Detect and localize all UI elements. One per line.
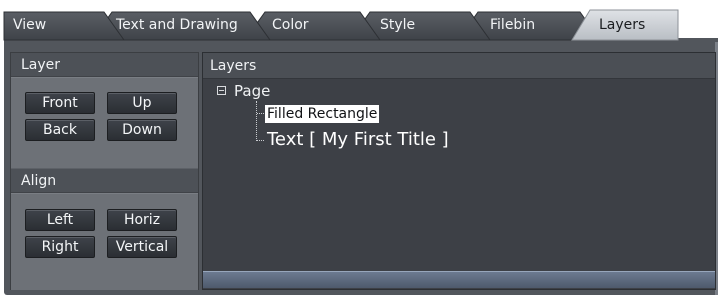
down-button[interactable]: Down (107, 119, 177, 141)
tab-style[interactable]: Style (380, 17, 415, 33)
horizontal-scrollbar[interactable] (203, 271, 715, 288)
layers-panel: Layers Page Filled Rectangle Text [ My F… (202, 52, 716, 290)
tab-view[interactable]: View (13, 17, 46, 33)
layer-section-body: Front Up Back Down (11, 77, 198, 168)
tree-item-text-title[interactable]: Text [ My First Title ] (267, 129, 449, 150)
layer-section-header: Layer (11, 53, 198, 77)
align-right-button[interactable]: Right (25, 236, 95, 258)
layers-tree[interactable]: Page Filled Rectangle Text [ My First Ti… (203, 79, 715, 269)
tab-text-and-drawing[interactable]: Text and Drawing (116, 17, 238, 33)
tab-filebin[interactable]: Filebin (490, 17, 535, 33)
align-horiz-button[interactable]: Horiz (107, 209, 177, 231)
align-vertical-button[interactable]: Vertical (107, 236, 177, 258)
align-left-button[interactable]: Left (25, 209, 95, 231)
layers-panel-header: Layers (203, 53, 715, 79)
tree-connector (257, 140, 264, 141)
tree-connector (257, 113, 264, 114)
tab-layers[interactable]: Layers (599, 17, 645, 33)
align-section-body: Left Horiz Right Vertical (11, 193, 198, 290)
tab-color[interactable]: Color (272, 17, 309, 33)
up-button[interactable]: Up (107, 92, 177, 114)
back-button[interactable]: Back (25, 119, 95, 141)
tree-item-filled-rectangle[interactable]: Filled Rectangle (265, 105, 380, 123)
tree-root-page[interactable]: Page (234, 82, 270, 100)
tab-bar: View Text and Drawing Color Style Filebi… (0, 0, 718, 44)
left-panel: Layer Front Up Back Down Align Left Hori… (10, 52, 199, 290)
tree-connector (256, 101, 257, 141)
collapse-icon[interactable] (217, 86, 226, 95)
align-section-header: Align (11, 169, 198, 193)
front-button[interactable]: Front (25, 92, 95, 114)
